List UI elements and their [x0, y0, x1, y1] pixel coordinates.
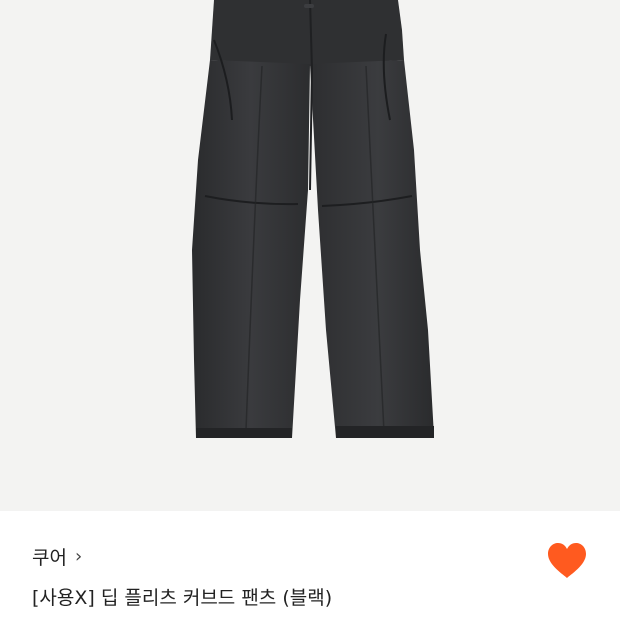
pants-illustration — [192, 0, 434, 438]
chevron-right-icon: › — [74, 545, 83, 567]
product-image[interactable] — [0, 0, 620, 511]
like-button[interactable] — [546, 541, 588, 581]
product-title: [사용X] 딥 플리츠 커브드 팬츠 (블랙) — [32, 587, 333, 609]
brand-link[interactable]: 쿠어 › — [32, 543, 82, 570]
heart-icon — [548, 543, 586, 578]
brand-name: 쿠어 — [32, 547, 67, 569]
